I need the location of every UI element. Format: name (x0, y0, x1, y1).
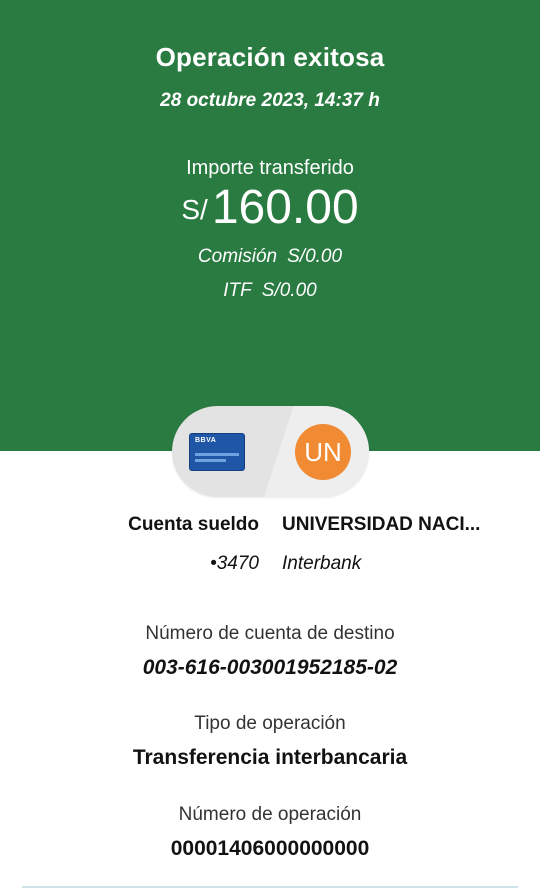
amount-value: 160.00 (211, 181, 359, 234)
bank-card-icon: BBVA (189, 433, 245, 471)
commission-row: Comisión S/0.00 (0, 246, 540, 268)
itf-row: ITF S/0.00 (0, 280, 540, 302)
operation-type-value: Transferencia interbancaria (132, 746, 408, 769)
origin-account-number: •3470 (210, 553, 259, 574)
recipient-name: UNIVERSIDAD NACI... (282, 514, 481, 535)
amount-label: Importe transferido (186, 157, 354, 179)
recipient-bank: Interbank (282, 553, 362, 574)
origin-account-name: Cuenta sueldo (128, 514, 259, 535)
itf-label: ITF (223, 280, 252, 301)
operation-type-label: Tipo de operación (194, 713, 346, 734)
commission-label: Comisión (197, 246, 278, 267)
card-stripe (195, 459, 226, 462)
operation-number-value: 00001406000000000 (170, 837, 370, 860)
transfer-parties-pill: BBVA UN (172, 406, 369, 497)
operation-datetime: 28 octubre 2023, 14:37 h (160, 90, 380, 111)
dest-account-label: Número de cuenta de destino (145, 623, 395, 644)
success-header: Operación exitosa 28 octubre 2023, 14:37… (0, 0, 540, 451)
divider (22, 886, 518, 888)
card-brand-label: BBVA (195, 437, 217, 444)
dest-account-value: 003-616-003001952185-02 (142, 656, 398, 679)
page-title: Operación exitosa (155, 42, 385, 72)
card-stripe (195, 453, 239, 456)
operation-number-label: Número de operación (178, 804, 362, 825)
recipient-avatar: UN (295, 424, 351, 480)
amount: S/160.00 (0, 178, 540, 238)
amount-currency: S/ (181, 194, 208, 225)
commission-value: S/0.00 (287, 246, 343, 267)
itf-value: S/0.00 (261, 280, 317, 301)
